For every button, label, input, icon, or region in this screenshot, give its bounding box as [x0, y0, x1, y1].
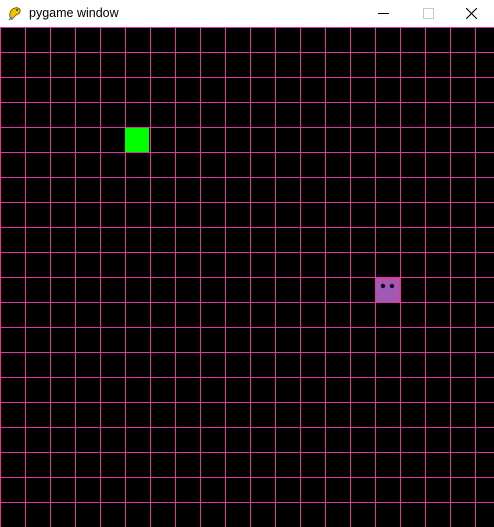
maximize-button[interactable] [406, 0, 451, 27]
minimize-icon [378, 13, 389, 14]
close-icon [466, 8, 477, 19]
snake-head [375, 278, 400, 303]
title-bar[interactable]: pygame window [0, 0, 494, 27]
pygame-window: pygame window [0, 0, 494, 527]
minimize-button[interactable] [361, 0, 406, 27]
snake-eye [380, 283, 386, 289]
game-canvas[interactable] [0, 27, 494, 527]
maximize-icon [423, 8, 434, 19]
close-button[interactable] [449, 0, 494, 27]
food-pellet [125, 128, 149, 152]
window-title: pygame window [29, 6, 119, 20]
snake-eye [389, 283, 395, 289]
game-board [0, 27, 494, 527]
pygame-snake-icon [7, 5, 23, 21]
